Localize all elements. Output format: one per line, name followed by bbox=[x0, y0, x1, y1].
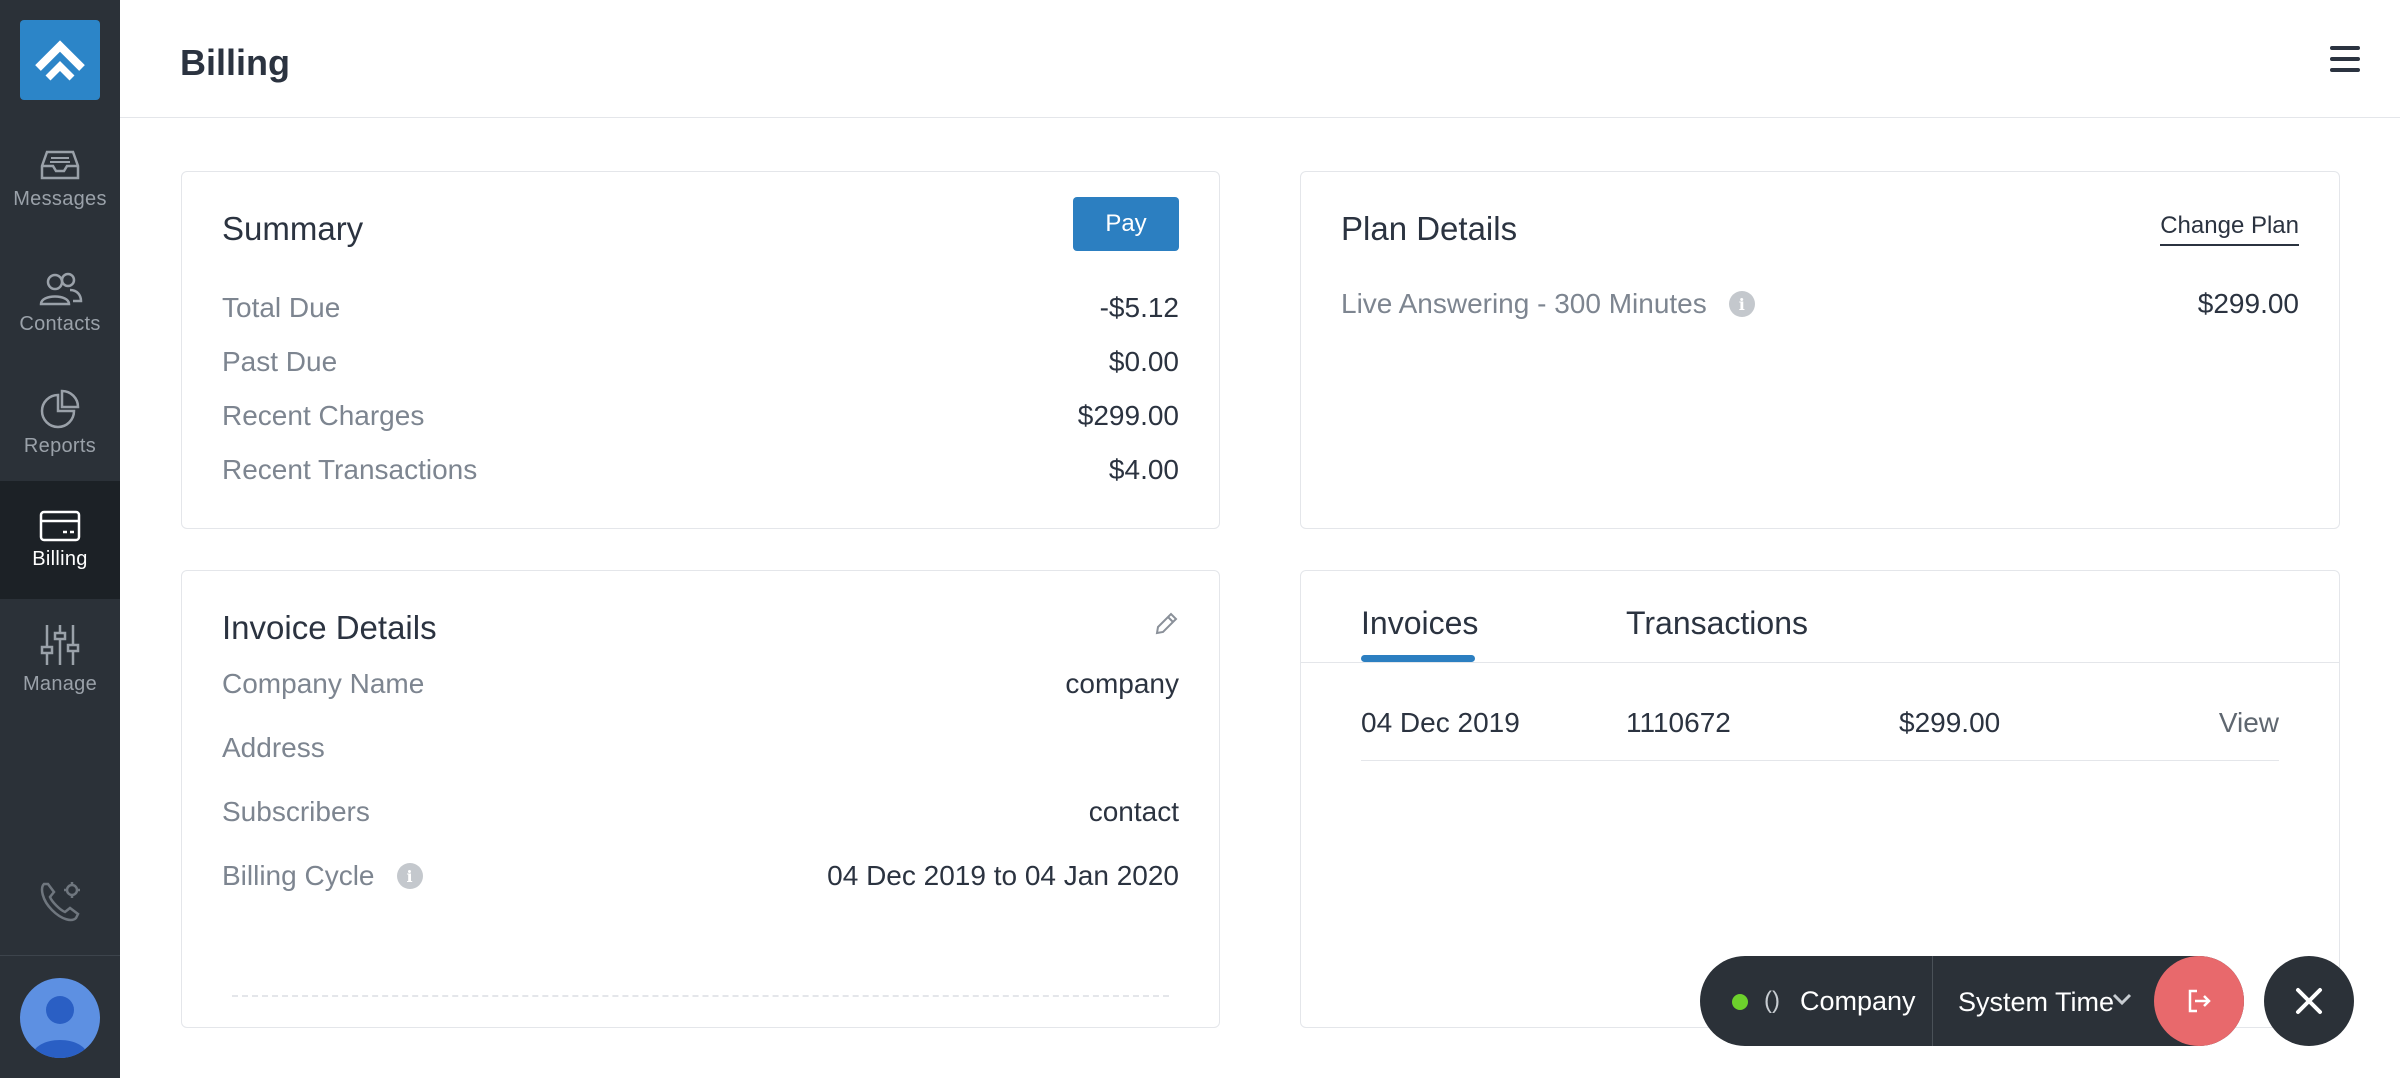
widget-divider bbox=[1932, 956, 1933, 1046]
change-plan-link[interactable]: Change Plan bbox=[2160, 212, 2299, 246]
sidebar-item-label: Messages bbox=[13, 187, 107, 210]
invoice-details-card: Invoice Details Company Name company Add… bbox=[181, 570, 1220, 1028]
summary-row: Total Due -$5.12 bbox=[222, 288, 1179, 328]
pay-button[interactable]: Pay bbox=[1073, 197, 1179, 251]
invoice-detail-row: Address bbox=[222, 728, 1179, 768]
plan-row: Live Answering - 300 Minutes i $299.00 bbox=[1341, 284, 2299, 324]
summary-label: Past Due bbox=[222, 346, 338, 377]
pie-chart-icon bbox=[40, 389, 80, 428]
invoice-detail-label: Billing Cycle bbox=[222, 860, 375, 891]
contacts-icon bbox=[39, 272, 83, 305]
invoice-detail-value: company bbox=[1065, 668, 1179, 699]
plan-details-title: Plan Details bbox=[1341, 210, 1518, 247]
sidebar-item-label: Reports bbox=[23, 434, 97, 457]
chevron-up-logo-icon bbox=[35, 40, 85, 81]
invoice-number: 1110672 bbox=[1626, 707, 1731, 738]
logout-button[interactable] bbox=[2154, 956, 2244, 1046]
sidebar-item-reports[interactable]: Reports bbox=[0, 364, 120, 482]
credit-card-icon bbox=[39, 510, 81, 541]
summary-row: Recent Transactions $4.00 bbox=[222, 450, 1179, 490]
close-button[interactable] bbox=[2264, 956, 2354, 1046]
logout-icon bbox=[2188, 989, 2211, 1013]
summary-label: Recent Transactions bbox=[222, 454, 478, 485]
app-logo[interactable] bbox=[20, 20, 100, 100]
summary-value: $0.00 bbox=[1108, 346, 1179, 377]
hamburger-menu-icon[interactable] bbox=[2330, 46, 2360, 72]
sliders-icon bbox=[40, 624, 80, 665]
table-row: 04 Dec 2019 1110672 $299.00 View bbox=[1361, 689, 2279, 761]
call-status-widget: () Company System Time bbox=[1700, 956, 2244, 1046]
sidebar-item-label: Contacts bbox=[19, 312, 101, 335]
status-paren: () bbox=[1764, 987, 1780, 1014]
invoice-detail-label: Company Name bbox=[222, 668, 425, 699]
phone-settings-icon[interactable] bbox=[36, 878, 84, 924]
sidebar-item-messages[interactable]: Messages bbox=[0, 120, 120, 238]
sidebar-item-label: Manage bbox=[22, 672, 98, 695]
view-invoice-link[interactable]: View bbox=[2219, 707, 2279, 739]
page-title: Billing bbox=[180, 42, 290, 83]
chevron-down-icon[interactable] bbox=[2112, 992, 2132, 1006]
info-icon[interactable]: i bbox=[1728, 291, 1755, 317]
user-avatar-icon bbox=[32, 996, 88, 1058]
dashed-divider bbox=[232, 995, 1169, 997]
summary-row: Past Due $0.00 bbox=[222, 342, 1179, 382]
info-icon[interactable]: i bbox=[396, 863, 423, 889]
invoice-details-title: Invoice Details bbox=[222, 609, 437, 646]
tab-invoices[interactable]: Invoices bbox=[1361, 605, 1478, 642]
summary-value: $4.00 bbox=[1108, 454, 1179, 485]
sidebar-item-billing[interactable]: Billing bbox=[0, 481, 120, 599]
invoice-detail-value: 04 Dec 2019 to 04 Jan 2020 bbox=[827, 860, 1179, 891]
sidebar-item-label: Billing bbox=[32, 547, 88, 570]
plan-details-card: Plan Details Change Plan Live Answering … bbox=[1300, 171, 2340, 529]
summary-value: -$5.12 bbox=[1099, 292, 1179, 323]
active-tab-indicator bbox=[1361, 655, 1475, 662]
summary-row: Recent Charges $299.00 bbox=[222, 396, 1179, 436]
page-header: Billing bbox=[120, 0, 2400, 118]
summary-label: Total Due bbox=[222, 292, 341, 323]
invoice-detail-row: Subscribers contact bbox=[222, 792, 1179, 832]
invoice-detail-label: Address bbox=[222, 732, 325, 763]
sidebar-divider bbox=[0, 955, 120, 956]
tab-transactions[interactable]: Transactions bbox=[1626, 605, 1808, 642]
close-icon bbox=[2296, 988, 2322, 1014]
summary-value: $299.00 bbox=[1077, 400, 1179, 431]
summary-label: Recent Charges bbox=[222, 400, 425, 431]
invoice-amount: $299.00 bbox=[1899, 707, 2001, 738]
company-name: Company bbox=[1800, 986, 1916, 1016]
sidebar-item-manage[interactable]: Manage bbox=[0, 600, 120, 718]
sidebar-item-contacts[interactable]: Contacts bbox=[0, 244, 120, 362]
invoice-detail-label: Subscribers bbox=[222, 796, 370, 827]
invoice-detail-row: Billing Cycle i 04 Dec 2019 to 04 Jan 20… bbox=[222, 856, 1179, 896]
summary-card: Summary Pay Total Due -$5.12 Past Due $0… bbox=[181, 171, 1220, 529]
invoice-detail-value: contact bbox=[1088, 796, 1179, 827]
plan-name: Live Answering - 300 Minutes bbox=[1341, 288, 1707, 319]
pencil-edit-icon[interactable] bbox=[1153, 611, 1179, 637]
system-time-select[interactable]: System Time bbox=[1958, 987, 2114, 1018]
online-status-dot bbox=[1732, 994, 1748, 1010]
tab-bar: Invoices Transactions bbox=[1301, 571, 2339, 663]
invoice-date: 04 Dec 2019 bbox=[1361, 707, 1520, 738]
inbox-icon bbox=[40, 150, 80, 179]
sidebar: Messages Contacts Reports Billing Manage bbox=[0, 0, 120, 1078]
summary-title: Summary bbox=[222, 210, 364, 247]
invoice-detail-row: Company Name company bbox=[222, 664, 1179, 704]
plan-price: $299.00 bbox=[2197, 288, 2299, 319]
avatar[interactable] bbox=[20, 978, 100, 1058]
